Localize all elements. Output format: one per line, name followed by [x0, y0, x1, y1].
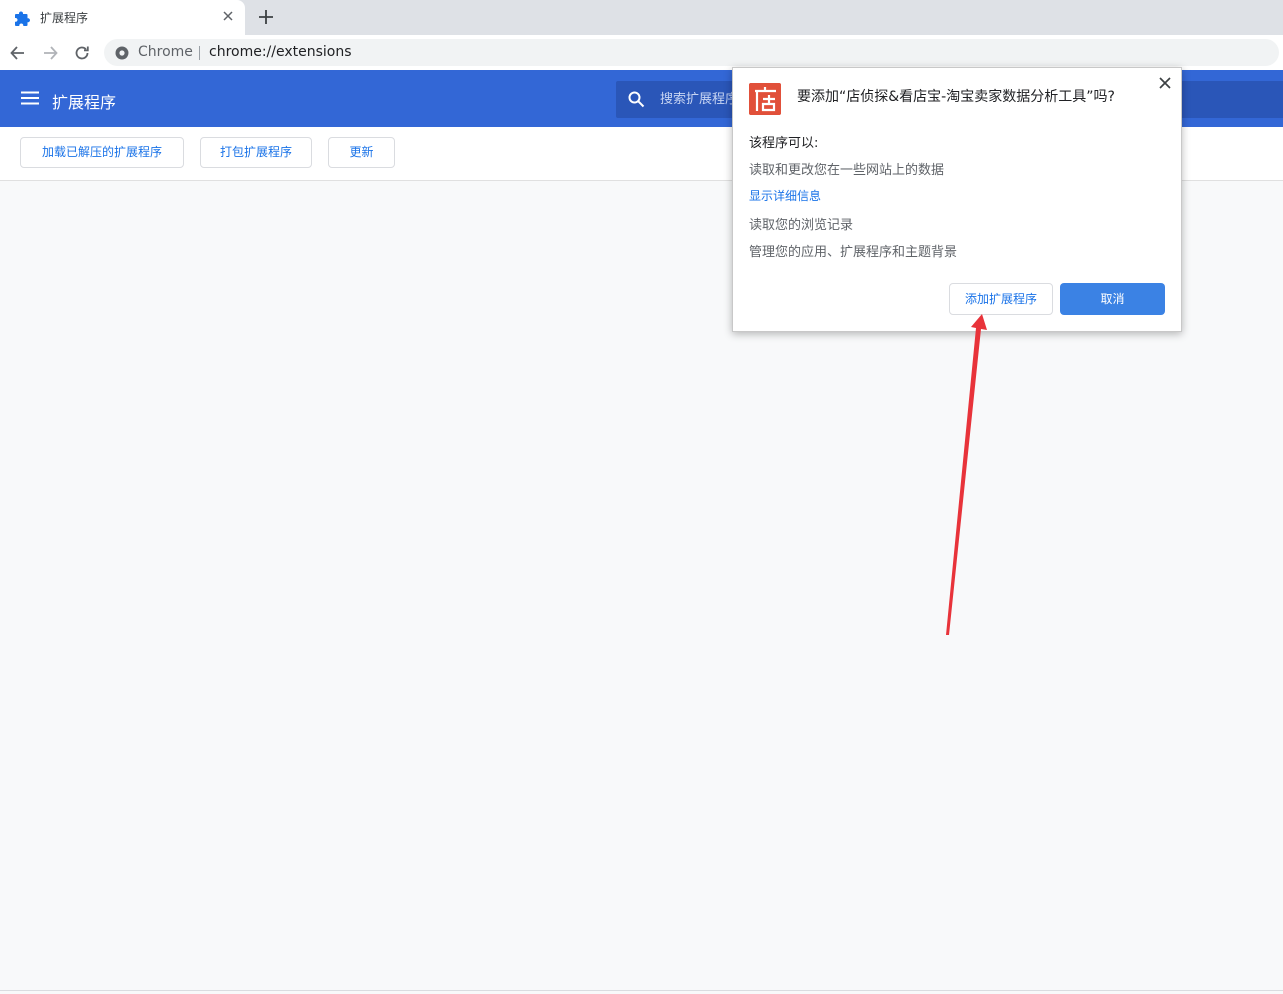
omnibox-separator — [199, 46, 200, 60]
permissions-heading: 该程序可以: — [749, 136, 819, 151]
permission-item: 读取和更改您在一些网站上的数据 — [749, 163, 945, 178]
url-text[interactable]: chrome://extensions — [209, 44, 352, 60]
tab-title: 扩展程序 — [40, 11, 89, 25]
site-name: Chrome — [138, 44, 193, 60]
browser-toolbar: Chrome chrome://extensions — [0, 35, 1283, 70]
close-tab-icon[interactable] — [221, 9, 235, 23]
pack-extension-button[interactable]: 打包扩展程序 — [200, 137, 312, 168]
new-tab-plus-icon[interactable] — [257, 8, 275, 26]
tab-extensions[interactable]: 扩展程序 — [0, 0, 245, 35]
extension-store-icon — [749, 83, 781, 115]
dialog-title: 要添加“店侦探&看店宝-淘宝卖家数据分析工具”吗? — [797, 89, 1115, 105]
update-button[interactable]: 更新 — [328, 137, 395, 168]
page-title: 扩展程序 — [52, 93, 117, 112]
search-icon — [628, 91, 645, 108]
puzzle-piece-icon — [15, 11, 30, 26]
address-bar[interactable]: Chrome chrome://extensions — [104, 39, 1279, 66]
close-icon[interactable] — [1158, 76, 1172, 90]
bottom-divider — [0, 990, 1283, 991]
permission-item: 读取您的浏览记录 — [749, 218, 854, 233]
hamburger-menu-icon[interactable] — [21, 91, 39, 105]
forward-arrow-icon[interactable] — [40, 43, 60, 63]
show-details-link[interactable]: 显示详细信息 — [749, 187, 821, 204]
add-extension-dialog: 要添加“店侦探&看店宝-淘宝卖家数据分析工具”吗? 该程序可以: 读取和更改您在… — [732, 67, 1182, 332]
annotation-arrow-icon — [946, 314, 987, 635]
back-arrow-icon[interactable] — [8, 43, 28, 63]
reload-icon[interactable] — [72, 43, 92, 63]
chrome-site-icon — [115, 46, 129, 60]
load-unpacked-button[interactable]: 加载已解压的扩展程序 — [20, 137, 184, 168]
tab-strip: 扩展程序 — [0, 0, 1283, 35]
cancel-button[interactable]: 取消 — [1060, 283, 1165, 315]
permission-item: 管理您的应用、扩展程序和主题背景 — [749, 245, 958, 260]
